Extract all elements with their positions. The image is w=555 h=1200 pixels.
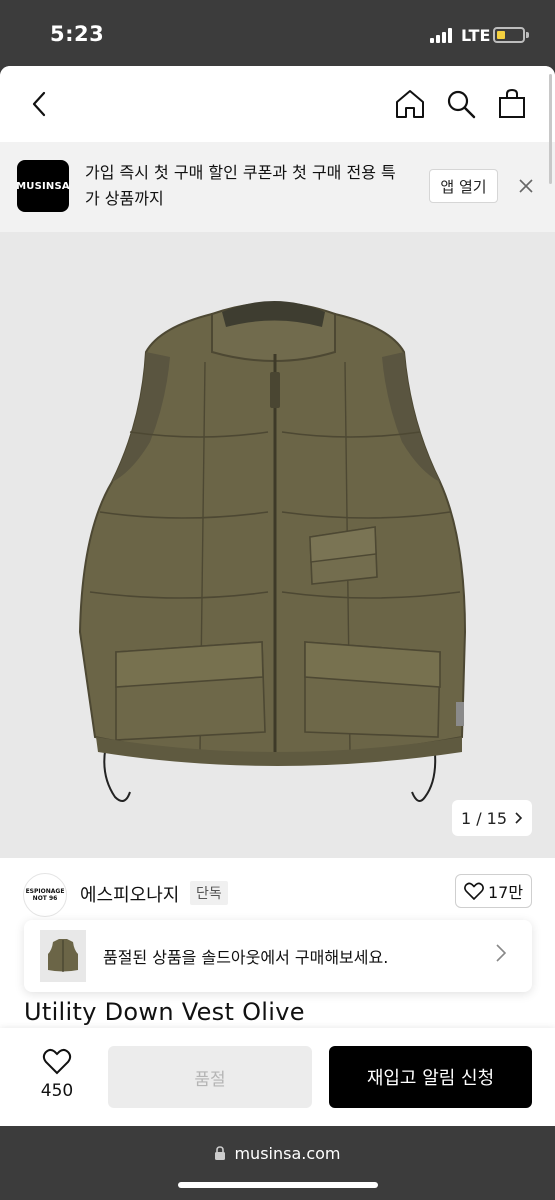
soldout-banner-text: 품절된 상품을 솔드아웃에서 구매해보세요. [103,948,389,967]
heart-icon [464,882,484,900]
like-button[interactable]: 17만 [455,874,532,908]
wishlist-button[interactable]: 450 [22,1048,92,1101]
browser-url-bar[interactable]: musinsa.com [0,1126,555,1200]
product-title: Utility Down Vest Olive [24,998,305,1026]
status-time: 5:23 [50,22,105,46]
vest-product-image [78,301,467,802]
brand-logo[interactable]: ESPIONAGE NOT 96 [23,873,67,917]
signal-icon [430,27,456,43]
chevron-right-icon [515,812,523,824]
scroll-indicator [549,74,552,184]
home-icon [396,90,424,118]
brand-name[interactable]: 에스피오나지 [80,881,179,907]
chevron-right-icon [496,944,506,962]
home-button[interactable] [390,84,430,124]
wishlist-count: 450 [40,1081,74,1101]
app-download-banner: MUSINSA 가입 즉시 첫 구매 할인 쿠폰과 첫 구매 전용 특가 상품까… [0,142,555,232]
cart-button[interactable] [492,84,532,124]
soldout-button: 품절 [108,1046,312,1108]
image-counter-text: 1 / 15 [460,808,508,828]
open-app-button[interactable]: 앱 열기 [429,169,498,203]
banner-message: 가입 즉시 첫 구매 할인 쿠폰과 첫 구매 전용 특가 상품까지 [85,163,396,208]
banner-close-button[interactable] [510,168,542,204]
status-bar: 5:23 LTE [0,0,555,66]
battery-icon [493,27,525,43]
shopping-bag-icon [499,88,525,118]
musinsa-logo: MUSINSA [16,160,70,212]
web-page: MUSINSA 가입 즉시 첫 구매 할인 쿠폰과 첫 구매 전용 특가 상품까… [0,66,555,1126]
exclusive-badge: 단독 [190,881,228,905]
soldout-banner[interactable]: 품절된 상품을 솔드아웃에서 구매해보세요. [24,920,532,992]
close-icon [519,179,533,193]
search-icon [447,90,476,119]
url-text: musinsa.com [234,1144,341,1163]
like-count: 17만 [487,883,524,902]
soldout-thumbnail [40,930,86,982]
heart-icon [42,1049,72,1075]
network-label: LTE [461,26,491,45]
vest-thumbnail-image [48,939,78,972]
back-button[interactable] [20,84,60,124]
search-button[interactable] [441,84,481,124]
product-image-carousel[interactable]: 1 / 15 [0,232,555,858]
lock-icon [215,1146,226,1160]
restock-alert-button[interactable]: 재입고 알림 신청 [329,1046,532,1108]
nav-bar [0,66,555,142]
chevron-left-icon [32,91,46,117]
bottom-action-bar: 450 품절 재입고 알림 신청 [0,1028,555,1126]
image-counter[interactable]: 1 / 15 [452,800,532,836]
home-indicator [178,1182,378,1188]
